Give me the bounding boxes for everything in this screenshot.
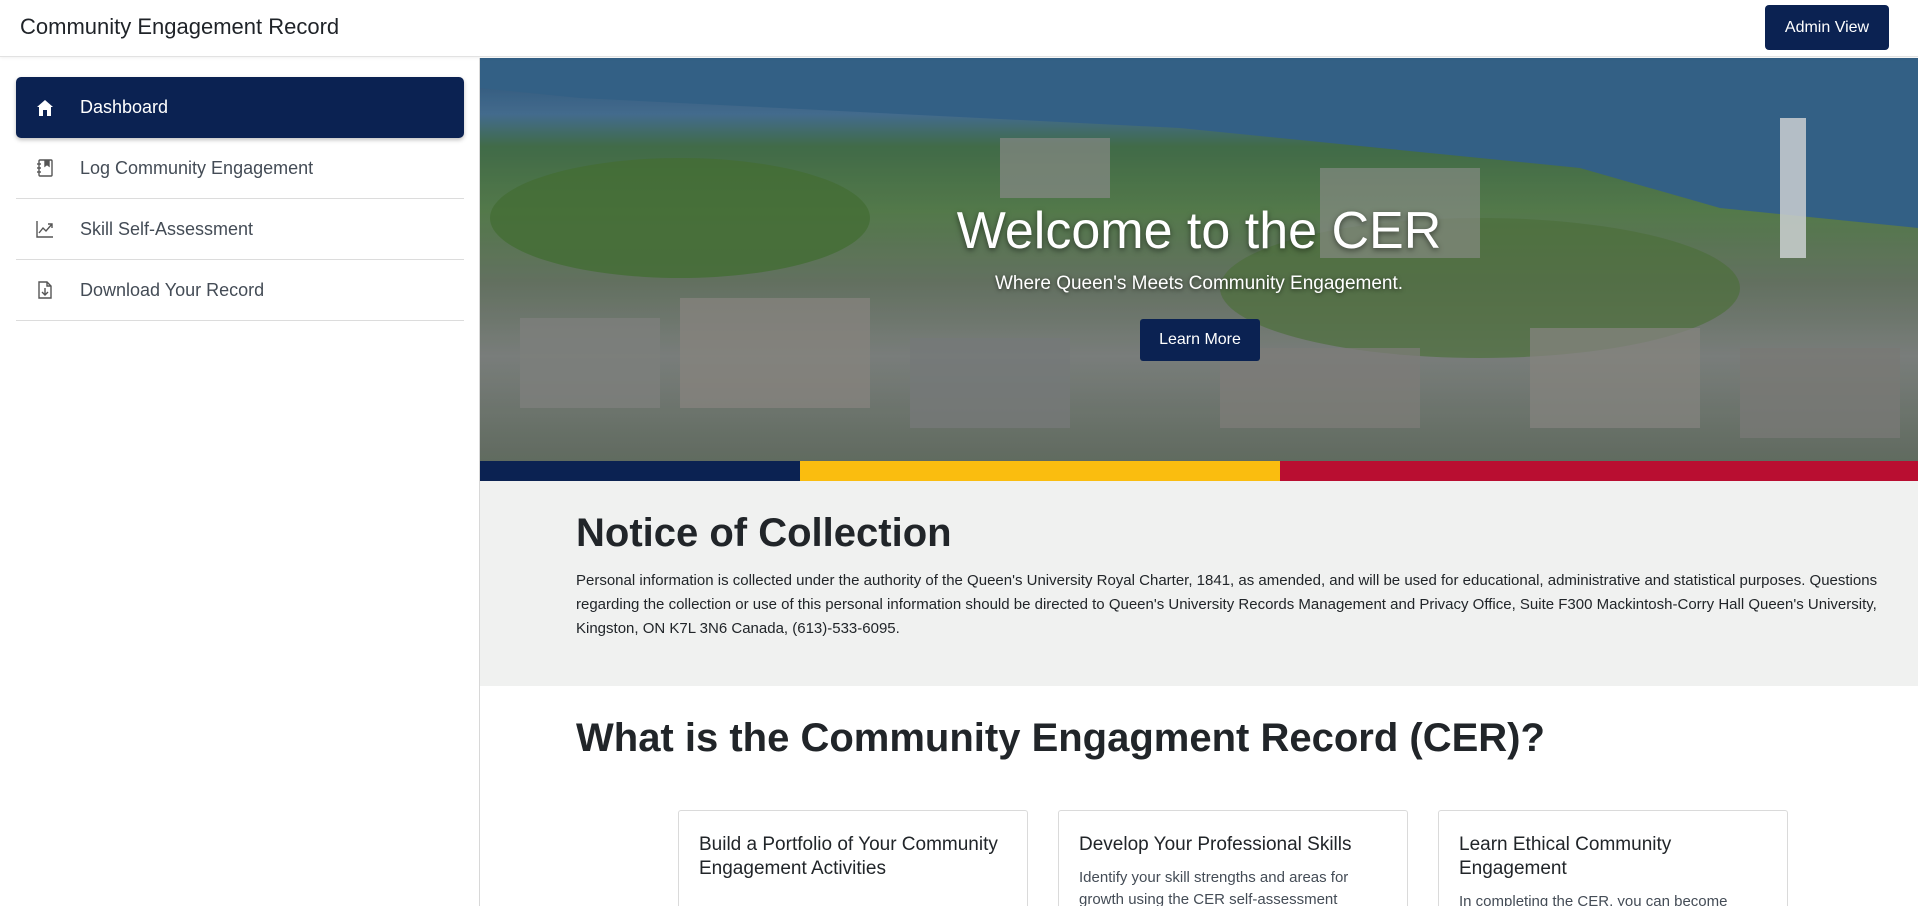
notebook-icon: [34, 157, 56, 179]
learn-more-button[interactable]: Learn More: [1140, 319, 1260, 361]
hero-banner: Welcome to the CER Where Queen's Meets C…: [480, 58, 1918, 461]
card-title: Build a Portfolio of Your Community Enga…: [699, 834, 998, 879]
sidebar: Dashboard Log Community Engagement Skill…: [0, 58, 480, 906]
tricolor-stripe-gold: [800, 461, 1280, 481]
app-title[interactable]: Community Engagement Record: [20, 14, 339, 40]
card-title: Learn Ethical Community Engagement: [1459, 834, 1672, 879]
sidebar-item-label: Download Your Record: [80, 279, 265, 300]
sidebar-item-label: Dashboard: [80, 97, 169, 117]
sidebar-item-log-community-engagement[interactable]: Log Community Engagement: [16, 138, 464, 199]
feature-card-portfolio: Build a Portfolio of Your Community Enga…: [678, 810, 1028, 906]
feature-card-professional-skills: Develop Your Professional Skills Identif…: [1058, 810, 1408, 906]
download-file-icon: [34, 279, 56, 301]
trending-chart-icon: [34, 218, 56, 240]
home-icon: [34, 97, 56, 119]
card-text: In completing the CER, you can become: [1459, 893, 1728, 906]
sidebar-item-skill-self-assessment[interactable]: Skill Self-Assessment: [16, 199, 464, 260]
sidebar-item-dashboard[interactable]: Dashboard: [16, 77, 464, 138]
sidebar-item-label: Log Community Engagement: [80, 157, 314, 178]
main-content: Welcome to the CER Where Queen's Meets C…: [480, 58, 1918, 906]
hero-subtitle: Where Queen's Meets Community Engagement…: [994, 273, 1404, 294]
notice-body: Personal information is collected under …: [576, 572, 1878, 637]
sidebar-item-download-your-record[interactable]: Download Your Record: [16, 260, 464, 321]
top-navbar: Community Engagement Record Admin View: [0, 0, 1918, 57]
tricolor-stripe-red: [1280, 461, 1918, 481]
notice-title: Notice of Collection: [576, 511, 952, 555]
feature-card-ethical-engagement: Learn Ethical Community Engagement In co…: [1438, 810, 1788, 906]
tricolor-stripe-blue: [480, 461, 800, 481]
notice-of-collection-section: Notice of Collection Personal informatio…: [480, 481, 1918, 686]
card-text: Identify your skill strengths and areas …: [1079, 869, 1349, 906]
about-title: What is the Community Engagment Record (…: [576, 716, 1545, 760]
admin-view-button[interactable]: Admin View: [1765, 5, 1889, 50]
hero-title: Welcome to the CER: [956, 202, 1442, 260]
sidebar-item-label: Skill Self-Assessment: [80, 218, 254, 239]
card-title: Develop Your Professional Skills: [1079, 834, 1352, 855]
